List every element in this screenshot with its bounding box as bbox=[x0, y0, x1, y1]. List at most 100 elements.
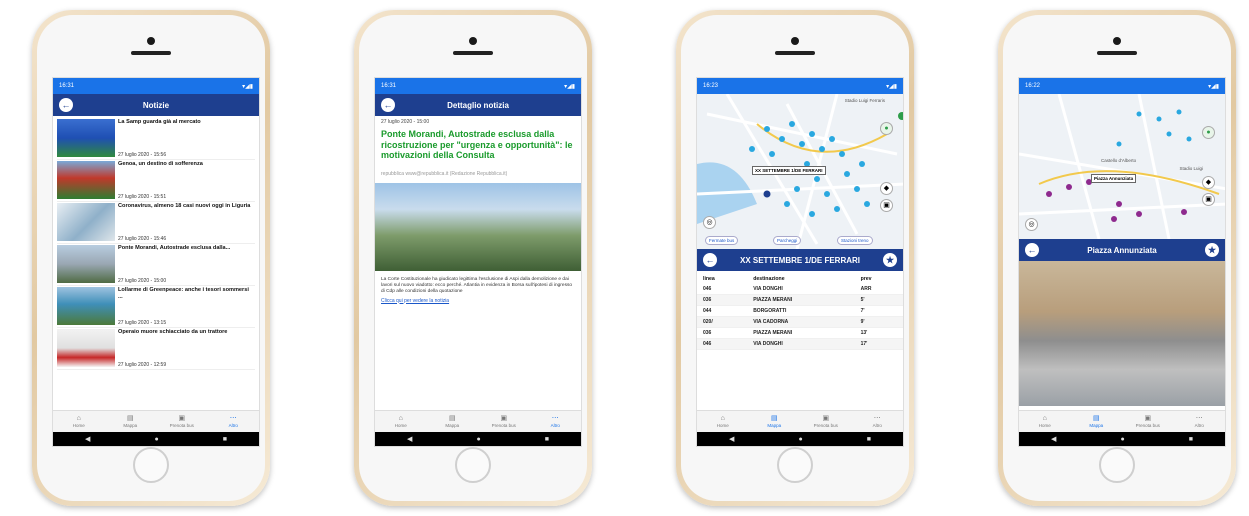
tab-bar: ⌂ Home ▤ Mappa ▣ Prenota bus ⋯ Altro bbox=[375, 410, 581, 432]
nav-home-icon[interactable]: ● bbox=[154, 436, 158, 443]
tab-altro[interactable]: ⋯ Altro bbox=[208, 411, 260, 432]
news-thumbnail bbox=[57, 329, 115, 367]
news-link[interactable]: Clicca qui per vedere la notizia bbox=[381, 298, 575, 304]
nav-home-icon[interactable]: ● bbox=[476, 436, 480, 443]
news-thumbnail bbox=[57, 245, 115, 283]
back-button[interactable]: ← bbox=[59, 98, 73, 112]
table-row[interactable]: 036 PIAZZA MERANI 5' bbox=[697, 294, 903, 306]
map-view[interactable]: Piazza Annunziata Castello d'Alberto Sta… bbox=[1019, 94, 1225, 239]
nav-recents-icon[interactable]: ■ bbox=[223, 436, 227, 443]
tab-label: Mappa bbox=[123, 423, 138, 428]
tab-label: Prenota bus bbox=[491, 423, 516, 428]
tab-home[interactable]: ⌂ Home bbox=[697, 411, 749, 432]
news-image bbox=[375, 182, 581, 271]
tab-altro[interactable]: ⋯ Altro bbox=[1174, 411, 1226, 432]
compass-icon[interactable]: ◆ bbox=[880, 182, 893, 195]
filter-chip-bus[interactable]: Fermate bus bbox=[705, 236, 739, 245]
nav-home-icon[interactable]: ● bbox=[798, 436, 802, 443]
status-time: 16:23 bbox=[703, 83, 719, 89]
nav-back-icon[interactable]: ◀ bbox=[407, 435, 412, 443]
home-button[interactable] bbox=[777, 447, 813, 483]
tab-altro[interactable]: ⋯ Altro bbox=[852, 411, 904, 432]
tab-mappa[interactable]: ▤ Mappa bbox=[427, 411, 479, 432]
tab-mappa[interactable]: ▤ Mappa bbox=[1071, 411, 1123, 432]
news-thumbnail bbox=[57, 203, 115, 241]
news-item[interactable]: La Samp guarda già al mercato 27 luglio 2… bbox=[57, 118, 255, 160]
speaker bbox=[775, 51, 815, 55]
nav-back-icon[interactable]: ◀ bbox=[729, 435, 734, 443]
map-view[interactable]: XX SETTEMBRE 1/DE FERRARI Stadio Luigi F… bbox=[697, 94, 903, 249]
speaker bbox=[453, 51, 493, 55]
more-icon: ⋯ bbox=[551, 415, 559, 422]
home-icon: ⌂ bbox=[720, 415, 725, 422]
nav-back-icon[interactable]: ◀ bbox=[85, 435, 90, 443]
tab-prenota-bus[interactable]: ▣ Prenota bus bbox=[800, 411, 852, 432]
tab-mappa[interactable]: ▤ Mappa bbox=[749, 411, 801, 432]
map-stop-label[interactable]: Piazza Annunziata bbox=[1091, 174, 1137, 183]
home-button[interactable] bbox=[455, 447, 491, 483]
news-item[interactable]: Ponte Morandi, Autostrade esclusa dalla.… bbox=[57, 244, 255, 286]
news-item[interactable]: Lollarme di Greenpeace: anche i tesori s… bbox=[57, 286, 255, 328]
news-title: Genoa, un destino di sofferenza bbox=[118, 161, 203, 167]
stage: 16:31 ▾◢▮ ← Notizie La Samp guarda già a… bbox=[0, 0, 1249, 516]
table-row[interactable]: 044 BORGORATTI 7' bbox=[697, 305, 903, 317]
nav-recents-icon[interactable]: ■ bbox=[545, 436, 549, 443]
cell-linea: 036 bbox=[697, 327, 748, 339]
home-button[interactable] bbox=[1099, 447, 1135, 483]
cell-destinazione: VIA CADORNA bbox=[747, 316, 855, 328]
layers-icon[interactable]: ▣ bbox=[880, 199, 893, 212]
news-date: 27 luglio 2020 - 12:59 bbox=[118, 362, 167, 368]
map-place-label: Castello d'Alberto bbox=[1101, 158, 1137, 163]
back-button[interactable]: ← bbox=[1025, 243, 1039, 257]
map-icon: ▤ bbox=[126, 415, 134, 422]
nav-back-icon[interactable]: ◀ bbox=[1051, 435, 1056, 443]
table-row[interactable]: 046 VIA DONGHI 17' bbox=[697, 338, 903, 350]
compass-icon[interactable]: ◆ bbox=[1202, 176, 1215, 189]
news-date: 27 luglio 2020 - 15:56 bbox=[118, 152, 167, 158]
cell-linea: 044 bbox=[697, 305, 748, 317]
tab-label: Mappa bbox=[445, 423, 460, 428]
filter-chip-train[interactable]: Stazioni treno bbox=[837, 236, 873, 245]
news-item[interactable]: Coronavirus, almeno 18 casi nuovi oggi i… bbox=[57, 202, 255, 244]
back-button[interactable]: ← bbox=[703, 253, 717, 267]
stop-title: XX SETTEMBRE 1/DE FERRARI bbox=[739, 255, 860, 265]
locate-me-icon[interactable]: ◎ bbox=[703, 216, 716, 229]
tab-altro[interactable]: ⋯ Altro bbox=[530, 411, 582, 432]
table-row[interactable]: 046 VIA DONGHI ARR bbox=[697, 284, 903, 295]
screen: 16:22 ▾◢▮ Piazza Annunziata Castello d'A… bbox=[1018, 77, 1226, 447]
tab-home[interactable]: ⌂ Home bbox=[53, 411, 105, 432]
speaker bbox=[131, 51, 171, 55]
favorite-star-icon[interactable]: ★ bbox=[1205, 243, 1219, 257]
tab-prenota-bus[interactable]: ▣ Prenota bus bbox=[1122, 411, 1174, 432]
table-row[interactable]: 036 PIAZZA MERANI 13' bbox=[697, 327, 903, 339]
tab-prenota-bus[interactable]: ▣ Prenota bus bbox=[156, 411, 208, 432]
filter-chip-parking[interactable]: Parcheggi bbox=[773, 236, 802, 245]
favorite-star-icon[interactable]: ★ bbox=[883, 253, 897, 267]
nav-recents-icon[interactable]: ■ bbox=[867, 436, 871, 443]
home-button[interactable] bbox=[133, 447, 169, 483]
news-item[interactable]: Genoa, un destino di sofferenza 27 luglio… bbox=[57, 160, 255, 202]
news-detail: 27 luglio 2020 - 15:00 Ponte Morandi, Au… bbox=[375, 116, 581, 307]
tab-home[interactable]: ⌂ Home bbox=[1019, 411, 1071, 432]
user-location-icon[interactable]: ● bbox=[880, 122, 893, 135]
tab-bar: ⌂ Home ▤ Mappa ▣ Prenota bus ⋯ Altro bbox=[53, 410, 259, 432]
status-icons: ▾◢▮ bbox=[886, 83, 897, 90]
news-item[interactable]: Operaio muore schiacciato da un trattore… bbox=[57, 328, 255, 370]
android-nav-bar: ◀ ● ■ bbox=[697, 432, 903, 446]
status-time: 16:22 bbox=[1025, 83, 1041, 89]
home-icon: ⌂ bbox=[1042, 415, 1047, 422]
tab-home[interactable]: ⌂ Home bbox=[375, 411, 427, 432]
layers-icon[interactable]: ▣ bbox=[1202, 193, 1215, 206]
map-stop-label[interactable]: XX SETTEMBRE 1/DE FERRARI bbox=[752, 166, 826, 175]
speaker bbox=[1097, 51, 1137, 55]
locate-me-icon[interactable]: ◎ bbox=[1025, 218, 1038, 231]
nav-recents-icon[interactable]: ■ bbox=[1189, 436, 1193, 443]
screen: 16:31 ▾◢▮ ← Notizie La Samp guarda già a… bbox=[52, 77, 260, 447]
back-button[interactable]: ← bbox=[381, 98, 395, 112]
tab-mappa[interactable]: ▤ Mappa bbox=[105, 411, 157, 432]
table-row[interactable]: 020/VIA CADORNA 9' bbox=[697, 316, 903, 328]
tab-prenota-bus[interactable]: ▣ Prenota bus bbox=[478, 411, 530, 432]
user-location-icon[interactable]: ● bbox=[1202, 126, 1215, 139]
nav-home-icon[interactable]: ● bbox=[1120, 436, 1124, 443]
tab-label: Altro bbox=[550, 423, 560, 428]
